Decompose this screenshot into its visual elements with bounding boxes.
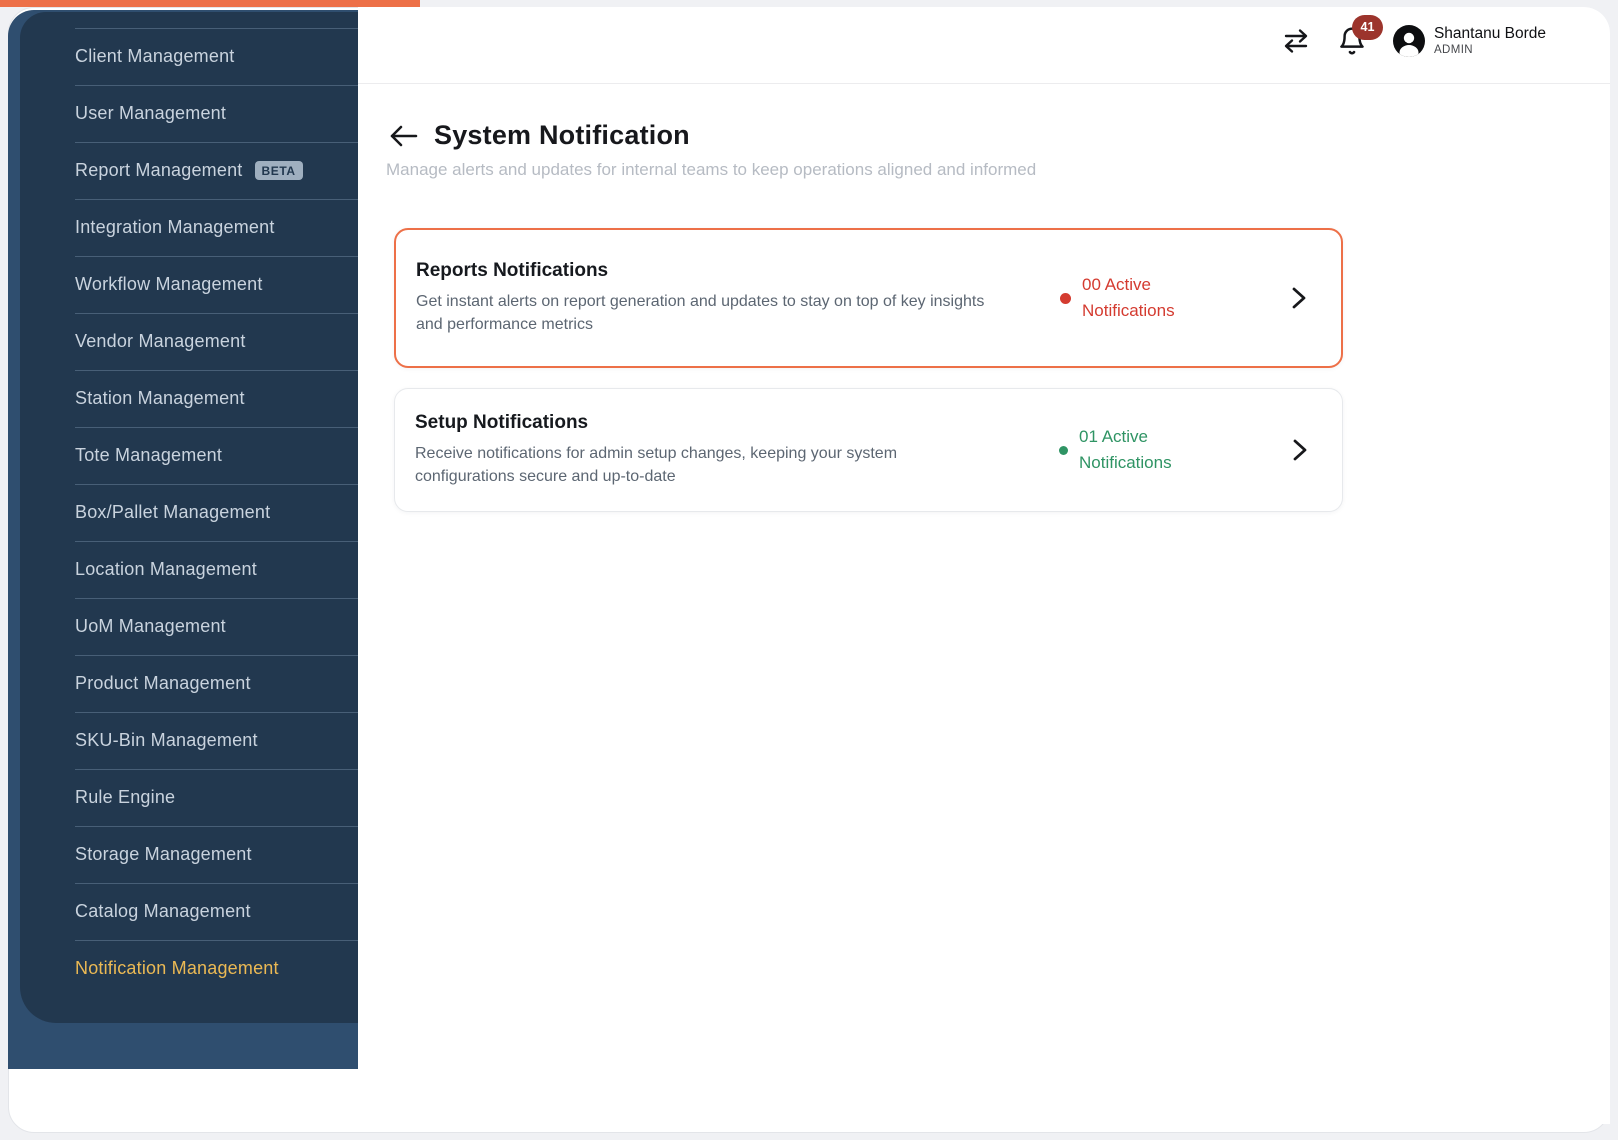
status-dot-icon xyxy=(1060,292,1071,304)
sidebar-item[interactable]: UoM Management xyxy=(20,598,358,655)
sidebar-item-label: Box/Pallet Management xyxy=(75,502,271,522)
sidebar-item-label: Catalog Management xyxy=(75,901,251,921)
top-header: 41 Shantanu Borde ADMIN xyxy=(358,7,1610,84)
sidebar-item-label: UoM Management xyxy=(75,616,226,636)
card-title: Reports Notifications xyxy=(416,259,609,281)
sidebar-item[interactable]: User Management xyxy=(20,85,358,142)
sidebar-item[interactable]: Client Management xyxy=(20,28,358,85)
user-name: Shantanu Borde xyxy=(1433,25,1546,42)
sidebar-item-label: Rule Engine xyxy=(75,787,176,807)
sidebar-item-label: Integration Management xyxy=(75,217,275,237)
sidebar-item[interactable]: Storage Management xyxy=(20,826,358,883)
avatar-icon xyxy=(1392,24,1425,57)
beta-badge: BETA xyxy=(254,161,303,180)
active-notifications-status: 00 Active Notifications xyxy=(1060,272,1250,325)
sidebar-item[interactable]: Tote Management xyxy=(20,427,358,484)
sidebar-item-label: Vendor Management xyxy=(75,331,246,351)
active-notifications-status: 01 Active Notifications xyxy=(1059,424,1249,477)
sidebar-item[interactable]: Box/Pallet Management xyxy=(20,484,358,541)
chevron-right-icon[interactable] xyxy=(1291,286,1307,310)
sidebar-item-label: Workflow Management xyxy=(75,274,263,294)
notification-card-list: Reports Notifications Get instant alerts… xyxy=(394,228,1343,512)
main-content: System Notification Manage alerts and up… xyxy=(358,84,1610,1124)
status-label: 00 Active Notifications xyxy=(1082,274,1175,320)
card-title: Setup Notifications xyxy=(415,411,589,433)
sidebar: Client Management User Management Report… xyxy=(8,10,358,1069)
sidebar-item-label: User Management xyxy=(75,103,227,123)
sidebar-item[interactable]: Report Management BETA xyxy=(20,142,358,199)
sidebar-item-label: Product Management xyxy=(75,673,251,693)
sidebar-item[interactable]: Workflow Management xyxy=(20,256,358,313)
bell-icon[interactable]: 41 xyxy=(1337,14,1383,57)
sidebar-item[interactable]: Integration Management xyxy=(20,199,358,256)
swap-arrows-icon[interactable] xyxy=(1281,27,1311,55)
user-meta: Shantanu Borde ADMIN xyxy=(1434,24,1546,58)
card-text: Setup Notifications Receive notification… xyxy=(415,412,1059,488)
sidebar-item-label: Storage Management xyxy=(75,844,252,864)
page-title: System Notification xyxy=(434,120,690,150)
sidebar-item[interactable]: Notification Management xyxy=(20,940,358,997)
sidebar-item[interactable]: Rule Engine xyxy=(20,769,358,826)
reports-notifications-card[interactable]: Reports Notifications Get instant alerts… xyxy=(394,228,1343,368)
sidebar-item[interactable]: Product Management xyxy=(20,655,358,712)
sidebar-item[interactable]: Location Management xyxy=(20,541,358,598)
sidebar-item-label: SKU-Bin Management xyxy=(75,730,258,750)
sidebar-item-label: Client Management xyxy=(75,46,235,66)
notification-count-badge: 41 xyxy=(1351,14,1383,40)
back-arrow-icon[interactable] xyxy=(388,123,418,149)
sidebar-item-label: Station Management xyxy=(75,388,245,408)
sidebar-item[interactable]: Station Management xyxy=(20,370,358,427)
card-text: Reports Notifications Get instant alerts… xyxy=(416,260,1060,336)
setup-notifications-card[interactable]: Setup Notifications Receive notification… xyxy=(394,388,1343,512)
sidebar-item[interactable]: Catalog Management xyxy=(20,883,358,940)
user-menu[interactable]: Shantanu Borde ADMIN xyxy=(1392,24,1546,58)
loading-bar xyxy=(0,0,420,7)
sidebar-item-label: Location Management xyxy=(75,559,257,579)
sidebar-item[interactable]: Vendor Management xyxy=(20,313,358,370)
sidebar-item-label: Tote Management xyxy=(75,445,223,465)
sidebar-item-label: Notification Management xyxy=(75,958,279,978)
status-label: 01 Active Notifications xyxy=(1079,426,1172,472)
card-description: Get instant alerts on report generation … xyxy=(416,292,985,333)
header-actions: 41 Shantanu Borde ADMIN xyxy=(1281,14,1546,58)
sidebar-item[interactable]: SKU-Bin Management xyxy=(20,712,358,769)
sidebar-item-label: Report Management xyxy=(75,160,243,180)
screen: Client Management User Management Report… xyxy=(0,0,1618,1140)
sidebar-menu: Client Management User Management Report… xyxy=(20,12,358,997)
card-description: Receive notifications for admin setup ch… xyxy=(415,444,898,485)
user-role: ADMIN xyxy=(1433,44,1474,57)
page-header: System Notification xyxy=(388,120,690,151)
sidebar-submenu-panel: Client Management User Management Report… xyxy=(20,12,358,1023)
status-dot-icon xyxy=(1059,445,1068,455)
page-subtitle: Manage alerts and updates for internal t… xyxy=(386,160,1037,179)
chevron-right-icon[interactable] xyxy=(1292,438,1308,462)
